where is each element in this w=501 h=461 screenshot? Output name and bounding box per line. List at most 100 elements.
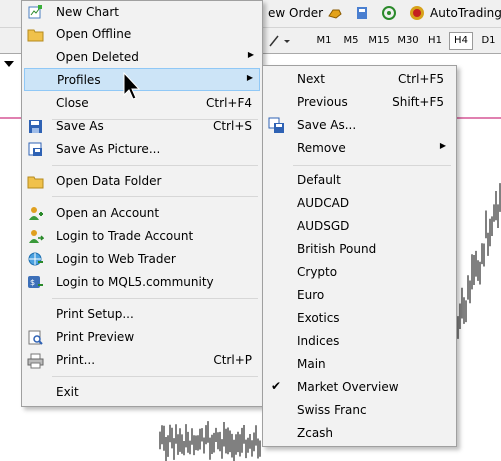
menu-item-label: Remove [297,141,346,155]
menu-item-print-setup[interactable]: Print Setup... [24,303,260,326]
menu-item-save-as[interactable]: Save As Ctrl+S [24,115,260,138]
profile-item-crypto[interactable]: Crypto [265,261,454,284]
menu-item-open-data-folder[interactable]: Open Data Folder [24,170,260,193]
svg-text:$: $ [30,278,35,287]
menu-item-label: AUDCAD [297,196,350,210]
menu-item-login-to-trade-account[interactable]: Login to Trade Account [24,225,260,248]
menu-item-label: Euro [297,288,325,302]
timeframe-d1[interactable]: D1 [476,32,501,50]
submenu-arrow-icon: ▶ [439,141,446,150]
timeframe-m1[interactable]: M1 [309,32,339,50]
profile-item-audsgd[interactable]: AUDSGD [265,215,454,238]
menu-item-label: Close [56,96,89,110]
mql5-login-icon: $ [27,274,44,291]
menu-item-label: Open Data Folder [56,174,162,188]
menu-item-label: Login to Web Trader [56,252,176,266]
profile-item-exotics[interactable]: Exotics [265,307,454,330]
menu-separator [52,376,258,377]
gold-bars-icon[interactable] [327,5,343,21]
menu-item-label: Default [297,173,341,187]
menu-item-new-chart[interactable]: New Chart [24,1,260,24]
menu-item-label: Save As [56,119,104,133]
profile-item-swiss-franc[interactable]: Swiss Franc [265,399,454,422]
menu-item-open-deleted[interactable]: Open Deleted ▶ [24,46,260,69]
menu-item-label: British Pound [297,242,377,256]
autotrading-icon[interactable] [409,5,425,21]
profile-item-british-pound[interactable]: British Pound [265,238,454,261]
profile-item-previous[interactable]: Previous Shift+F5 [265,91,454,114]
save-picture-icon [27,141,44,158]
print-preview-icon [27,329,44,346]
menu-item-label: Open Offline [56,27,132,41]
line-study-dropdown-icon[interactable] [268,33,292,49]
menu-item-label: Exit [56,385,79,399]
menu-item-open-an-account[interactable]: Open an Account [24,202,260,225]
timeframe-m30[interactable]: M30 [393,32,423,50]
file-menu: New Chart Open Offline Open Deleted ▶ Profil… [21,0,263,407]
user-add-icon [27,205,44,222]
menu-item-label: New Chart [56,5,119,19]
menu-item-label: Save As... [297,118,357,132]
menu-item-print-preview[interactable]: Print Preview [24,326,260,349]
menu-item-label: Next [297,72,325,86]
checkmark-icon: ✔ [271,379,282,393]
profiles-submenu: Next Ctrl+F5 Previous Shift+F5 Save As... Rem… [262,65,457,447]
menu-item-login-to-web-trader[interactable]: Login to Web Trader [24,248,260,271]
timeframe-m15[interactable]: M15 [365,32,393,50]
new-chart-icon [27,4,44,21]
menu-item-label: Print Preview [56,330,135,344]
menu-item-profiles[interactable]: Profiles ▶ [24,68,260,91]
menu-separator [293,165,451,166]
menu-item-save-as-picture[interactable]: Save As Picture... [24,138,260,161]
menu-item-label: Open an Account [56,206,160,220]
menu-item-close[interactable]: Close Ctrl+F4 [24,92,260,115]
folder-icon [27,26,44,43]
chart-shift-marker [4,61,14,67]
menu-item-label: Profiles [57,73,101,87]
autotrading-button[interactable]: AutoTrading [430,6,501,20]
user-login-icon [27,228,45,245]
web-login-icon [27,251,44,268]
save-profile-icon [268,117,285,134]
timeframe-m5[interactable]: M5 [337,32,365,50]
menu-item-label: Print... [56,353,96,367]
menu-item-label: Swiss Franc [297,403,367,417]
timeframe-h4[interactable]: H4 [449,32,473,50]
menu-separator [52,196,258,197]
profile-item-euro[interactable]: Euro [265,284,454,307]
profile-item-next[interactable]: Next Ctrl+F5 [265,68,454,91]
timeframe-h1[interactable]: H1 [423,32,447,50]
profile-item-save-as[interactable]: Save As... [265,114,454,137]
profile-item-market-overview[interactable]: ✔ Market Overview [265,376,454,399]
menu-item-label: Zcash [297,426,334,440]
menu-item-label: Save As Picture... [56,142,161,156]
menu-item-shortcut: Ctrl+F4 [206,96,252,110]
profile-item-indices[interactable]: Indices [265,330,454,353]
floppy-icon [27,118,44,135]
menu-item-label: Print Setup... [56,307,134,321]
printer-icon [27,352,44,369]
submenu-arrow-icon: ▶ [246,73,253,82]
menu-item-label: Login to MQL5.community [56,275,214,289]
menu-item-shortcut: Ctrl+P [213,353,252,367]
menu-item-label: Market Overview [297,380,399,394]
menu-item-label: Previous [297,95,348,109]
menu-item-label: AUDSGD [297,219,350,233]
menu-item-label: Login to Trade Account [56,229,194,243]
menu-item-login-to-mql5-community[interactable]: $ Login to MQL5.community [24,271,260,294]
profile-item-default[interactable]: Default [265,169,454,192]
tester-icon[interactable] [354,5,370,21]
folder-icon [27,173,44,190]
new-order-button[interactable]: ew Order [268,6,323,20]
signal-icon[interactable] [381,5,397,21]
menu-item-print[interactable]: Print... Ctrl+P [24,349,260,372]
menu-separator [52,165,258,166]
profile-item-remove[interactable]: Remove ▶ [265,137,454,160]
menu-item-exit[interactable]: Exit [24,381,260,404]
menu-item-label: Crypto [297,265,338,279]
menu-item-open-offline[interactable]: Open Offline [24,23,260,46]
mouse-cursor [123,72,141,100]
profile-item-main[interactable]: Main [265,353,454,376]
profile-item-zcash[interactable]: Zcash [265,422,454,445]
profile-item-audcad[interactable]: AUDCAD [265,192,454,215]
